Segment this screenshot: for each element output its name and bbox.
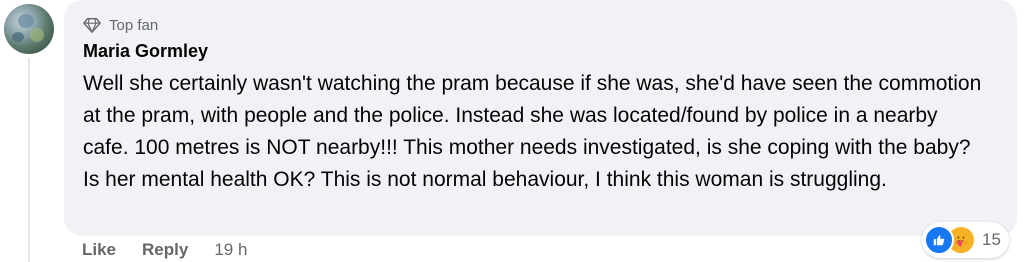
comment-bubble: Top fan Maria Gormley Well she certainly… <box>64 0 1017 236</box>
comment-actions: Like Reply 19 h <box>82 240 247 260</box>
like-button[interactable]: Like <box>82 240 116 260</box>
comment-author[interactable]: Maria Gormley <box>83 38 1003 64</box>
timestamp[interactable]: 19 h <box>214 240 247 260</box>
reactions-summary[interactable]: 15 <box>922 222 1009 258</box>
avatar[interactable] <box>4 4 54 54</box>
comment-text: Well she certainly wasn't watching the p… <box>83 72 982 191</box>
badge-label: Top fan <box>109 16 159 34</box>
top-fan-badge: Top fan <box>83 14 1003 36</box>
reply-button[interactable]: Reply <box>142 240 188 260</box>
diamond-icon <box>83 17 101 33</box>
comment-container: Top fan Maria Gormley Well she certainly… <box>0 0 1024 262</box>
reaction-count: 15 <box>982 230 1001 249</box>
like-icon <box>924 225 954 255</box>
thread-line <box>28 58 30 262</box>
